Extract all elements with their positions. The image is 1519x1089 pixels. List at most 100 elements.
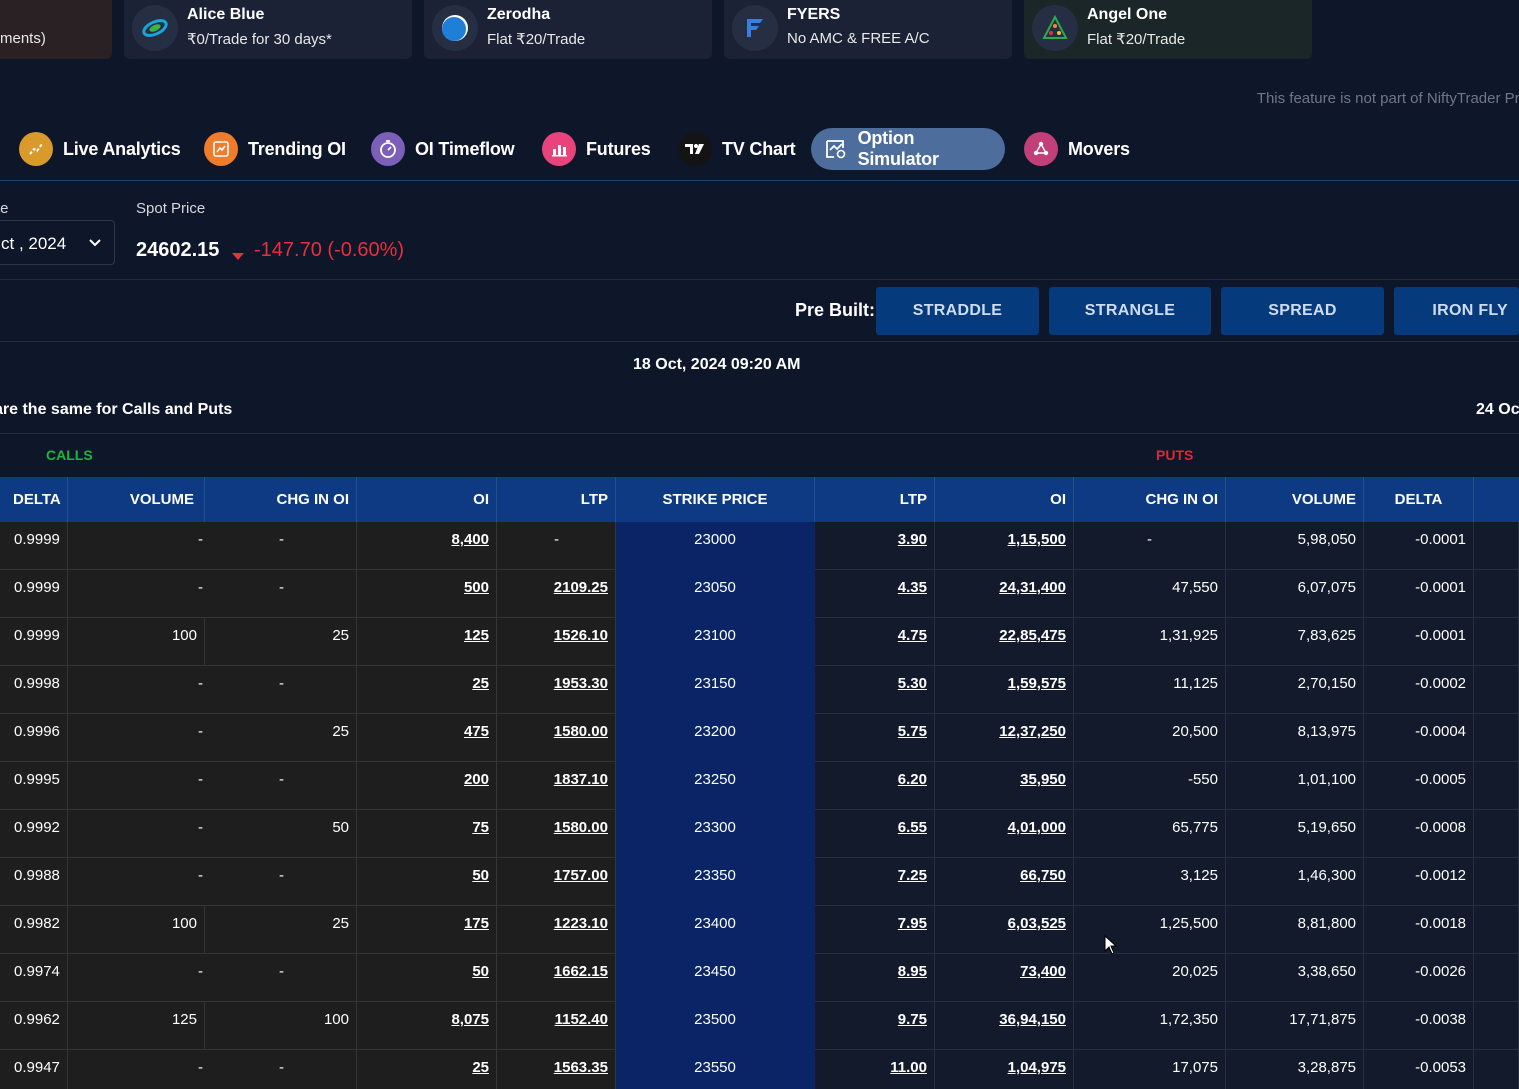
cell-call-oi[interactable]: 25 [357, 1050, 497, 1089]
cell-put-ltp[interactable]: 3.90 [815, 522, 935, 570]
cell-call-oi[interactable]: 75 [357, 810, 497, 858]
cell-put-oi[interactable]: 1,04,975 [935, 1050, 1074, 1089]
cell-call-oi[interactable]: 175 [357, 906, 497, 954]
broker-name: Angel One [1087, 6, 1168, 23]
cell-put-ltp[interactable]: 6.20 [815, 762, 935, 810]
broker-name: Alice Blue [187, 6, 265, 23]
cell-call-ltp[interactable]: 1580.00 [497, 810, 616, 858]
broker-card-alice-blue[interactable]: Alice Blue ₹0/Trade for 30 days* [124, 0, 412, 59]
tab-tv-chart[interactable]: TV Chart [678, 128, 796, 170]
cell-call-oi[interactable]: 500 [357, 570, 497, 618]
cell-put-oi[interactable]: 1,59,575 [935, 666, 1074, 714]
cell-call-chg-oi: - [205, 666, 357, 714]
prebuilt-label: Pre Built: [795, 300, 876, 320]
cell-put-ltp[interactable]: 7.95 [815, 906, 935, 954]
cell-put-chg-oi: 65,775 [1074, 810, 1226, 858]
cell-call-delta: 0.9982 [0, 906, 68, 954]
broker-sub: Flat ₹20/Trade [1087, 31, 1186, 48]
cell-call-delta: 0.9974 [0, 954, 68, 1002]
cell-call-ltp[interactable]: 1580.00 [497, 714, 616, 762]
cell-put-ltp[interactable]: 4.75 [815, 618, 935, 666]
simulation-datetime: 18 Oct, 2024 09:20 AM [633, 356, 801, 373]
cell-call-oi[interactable]: 8,075 [357, 1002, 497, 1050]
cell-extra [1474, 522, 1519, 570]
tab-oi-timeflow[interactable]: OI Timeflow [371, 128, 515, 170]
cell-extra [1474, 714, 1519, 762]
cell-call-ltp: - [497, 522, 616, 570]
trending-oi-icon [204, 132, 238, 166]
cell-call-oi[interactable]: 125 [357, 618, 497, 666]
broker-card-zerodha[interactable]: Zerodha Flat ₹20/Trade [424, 0, 712, 59]
cell-put-ltp[interactable]: 11.00 [815, 1050, 935, 1089]
tab-movers[interactable]: Movers [1024, 128, 1130, 170]
cell-call-ltp[interactable]: 1152.40 [497, 1002, 616, 1050]
cell-call-ltp[interactable]: 2109.25 [497, 570, 616, 618]
cell-put-oi[interactable]: 4,01,000 [935, 810, 1074, 858]
cell-put-oi[interactable]: 6,03,525 [935, 906, 1074, 954]
iron-fly-button[interactable]: IRON FLY [1394, 287, 1519, 335]
cell-call-volume: 125 [68, 1002, 205, 1050]
cell-call-volume: 100 [68, 618, 205, 666]
broker-card-fyers[interactable]: FYERS No AMC & FREE A/C [724, 0, 1012, 59]
cell-call-ltp[interactable]: 1662.15 [497, 954, 616, 1002]
cell-call-ltp[interactable]: 1757.00 [497, 858, 616, 906]
broker-card-partial[interactable]: ments) [0, 0, 112, 59]
cell-call-volume: - [68, 810, 206, 858]
broker-card-angel-one[interactable]: Angel One Flat ₹20/Trade [1024, 0, 1312, 59]
cell-call-delta: 0.9996 [0, 714, 68, 762]
cell-call-oi[interactable]: 50 [357, 954, 497, 1002]
cell-put-ltp[interactable]: 5.75 [815, 714, 935, 762]
cell-put-oi[interactable]: 12,37,250 [935, 714, 1074, 762]
expiry-select[interactable]: ct , 2024 [0, 220, 115, 265]
cell-put-volume: 5,19,650 [1226, 810, 1364, 858]
cell-put-ltp[interactable]: 4.35 [815, 570, 935, 618]
strangle-button[interactable]: STRANGLE [1049, 287, 1211, 335]
cell-put-ltp[interactable]: 9.75 [815, 1002, 935, 1050]
cell-put-oi[interactable]: 36,94,150 [935, 1002, 1074, 1050]
cell-put-ltp[interactable]: 5.30 [815, 666, 935, 714]
cell-call-delta: 0.9998 [0, 666, 68, 714]
table-row: 0.9982 100 25 175 1223.10 23400 7.95 6,03,525 1,… [0, 906, 1519, 954]
cell-call-volume: 100 [68, 906, 205, 954]
tab-trending-oi[interactable]: Trending OI [204, 128, 346, 170]
tab-futures[interactable]: Futures [542, 128, 651, 170]
cell-call-chg-oi: - [205, 570, 357, 618]
tab-label: Option Simulator [857, 128, 939, 169]
cell-put-chg-oi: 1,72,350 [1074, 1002, 1226, 1050]
cell-put-ltp[interactable]: 6.55 [815, 810, 935, 858]
cell-extra [1474, 810, 1519, 858]
cell-put-oi[interactable]: 22,85,475 [935, 618, 1074, 666]
cell-call-oi[interactable]: 475 [357, 714, 497, 762]
spread-button[interactable]: SPREAD [1221, 287, 1384, 335]
cell-call-ltp[interactable]: 1526.10 [497, 618, 616, 666]
calls-label: CALLS [46, 447, 93, 463]
cell-call-volume: - [68, 666, 206, 714]
cell-put-oi[interactable]: 35,950 [935, 762, 1074, 810]
cell-call-ltp[interactable]: 1837.10 [497, 762, 616, 810]
cell-strike-price: 23250 [616, 762, 815, 810]
cell-call-ltp[interactable]: 1223.10 [497, 906, 616, 954]
cell-call-oi[interactable]: 25 [357, 666, 497, 714]
col-put-chg-oi: CHG IN OI [1074, 477, 1226, 522]
cell-call-ltp[interactable]: 1563.35 [497, 1050, 616, 1089]
cell-put-ltp[interactable]: 7.25 [815, 858, 935, 906]
cell-call-oi[interactable]: 50 [357, 858, 497, 906]
cell-call-oi[interactable]: 200 [357, 762, 497, 810]
cell-call-oi[interactable]: 8,400 [357, 522, 497, 570]
straddle-button[interactable]: STRADDLE [876, 287, 1039, 335]
angel-one-logo-icon [1032, 5, 1078, 51]
cell-put-oi[interactable]: 24,31,400 [935, 570, 1074, 618]
tab-option-simulator[interactable]: Option Simulator [811, 128, 1005, 170]
tab-live-analytics[interactable]: Live Analytics [19, 128, 181, 170]
cell-put-oi[interactable]: 1,15,500 [935, 522, 1074, 570]
tab-label: TV Chart [722, 138, 796, 159]
cell-strike-price: 23300 [616, 810, 815, 858]
cell-put-oi[interactable]: 66,750 [935, 858, 1074, 906]
tab-label: Movers [1068, 138, 1130, 159]
tab-divider [0, 180, 1519, 181]
cell-strike-price: 23150 [616, 666, 815, 714]
cell-put-ltp[interactable]: 8.95 [815, 954, 935, 1002]
cell-call-ltp[interactable]: 1953.30 [497, 666, 616, 714]
cell-put-volume: 3,28,875 [1226, 1050, 1364, 1089]
cell-put-oi[interactable]: 73,400 [935, 954, 1074, 1002]
